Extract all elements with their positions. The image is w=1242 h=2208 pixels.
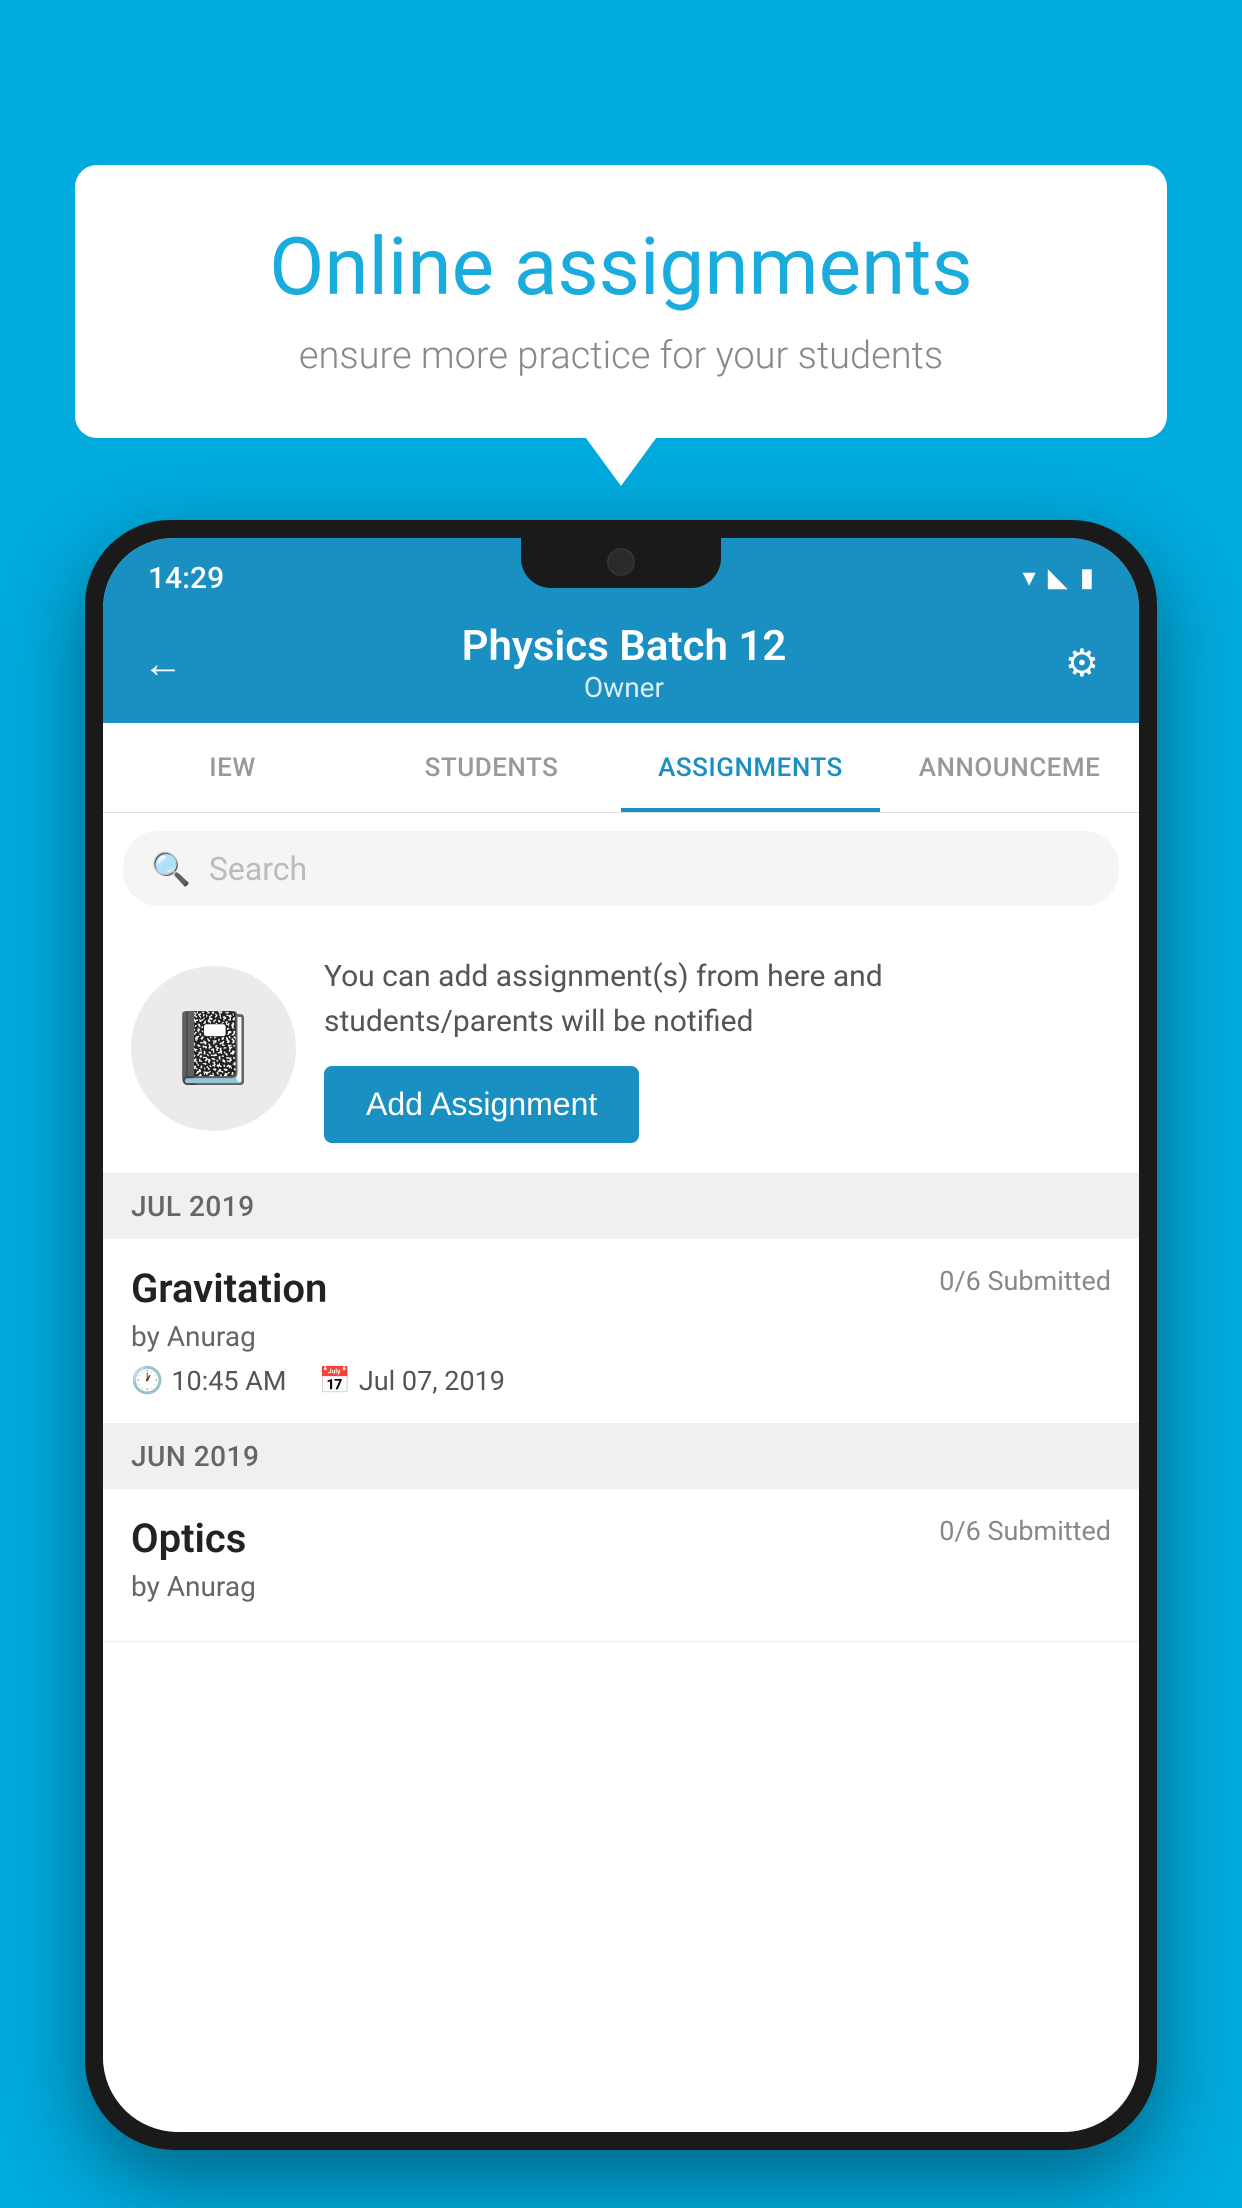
phone-screen: 14:29 ▾ ◣ ▮ ← Physics Batch 12 Owner ⚙ [103,538,1139,2132]
meta-time-value: 10:45 AM [171,1365,286,1397]
assignment-item-gravitation[interactable]: Gravitation 0/6 Submitted by Anurag 🕐 10… [103,1239,1139,1424]
battery-icon: ▮ [1080,563,1094,593]
calendar-icon: 📅 [319,1366,351,1396]
promo-right: You can add assignment(s) from here and … [324,954,1111,1143]
screen-content: 🔍 Search 📓 You can add assignment(s) fro… [103,813,1139,2132]
status-icons: ▾ ◣ ▮ [1023,563,1094,593]
phone-wrapper: 14:29 ▾ ◣ ▮ ← Physics Batch 12 Owner ⚙ [85,520,1157,2208]
assignment-author-optics: by Anurag [131,1570,1111,1603]
meta-date-gravitation: 📅 Jul 07, 2019 [319,1365,505,1397]
add-assignment-button[interactable]: Add Assignment [324,1066,639,1143]
header-title: Physics Batch 12 [462,622,787,671]
tab-iew-label: IEW [209,753,255,783]
search-container: 🔍 Search [103,813,1139,924]
clock-icon: 🕐 [131,1366,163,1396]
meta-date-value: Jul 07, 2019 [359,1365,505,1397]
tab-assignments[interactable]: ASSIGNMENTS [621,723,880,812]
bubble-subtitle: ensure more practice for your students [135,334,1107,378]
assignment-top-row-optics: Optics 0/6 Submitted [131,1515,1111,1562]
app-header: ← Physics Batch 12 Owner ⚙ [103,603,1139,723]
assignment-submitted-gravitation: 0/6 Submitted [939,1265,1111,1297]
search-bar[interactable]: 🔍 Search [123,831,1119,906]
notebook-icon: 📓 [170,1008,257,1090]
promo-text: You can add assignment(s) from here and … [324,954,1111,1044]
header-center: Physics Batch 12 Owner [462,622,787,704]
meta-time-gravitation: 🕐 10:45 AM [131,1365,287,1397]
tab-announcements[interactable]: ANNOUNCEME [880,723,1139,812]
tab-bar: IEW STUDENTS ASSIGNMENTS ANNOUNCEME [103,723,1139,813]
speech-bubble: Online assignments ensure more practice … [75,165,1167,438]
phone-outer: 14:29 ▾ ◣ ▮ ← Physics Batch 12 Owner ⚙ [85,520,1157,2150]
tab-assignments-label: ASSIGNMENTS [658,753,843,783]
assignment-author-gravitation: by Anurag [131,1320,1111,1353]
section-header-jun2019: JUN 2019 [103,1424,1139,1489]
header-subtitle: Owner [462,671,787,704]
promo-icon-circle: 📓 [131,966,296,1131]
speech-bubble-container: Online assignments ensure more practice … [75,165,1167,438]
assignment-top-row: Gravitation 0/6 Submitted [131,1265,1111,1312]
signal-icon: ◣ [1048,563,1068,593]
wifi-icon: ▾ [1023,563,1036,593]
section-header-jul2019: JUL 2019 [103,1174,1139,1239]
assignment-name-optics: Optics [131,1515,246,1562]
tab-students-label: STUDENTS [425,753,559,783]
assignment-submitted-optics: 0/6 Submitted [939,1515,1111,1547]
assignment-meta-gravitation: 🕐 10:45 AM 📅 Jul 07, 2019 [131,1365,1111,1397]
status-time: 14:29 [148,561,224,596]
tab-announcements-label: ANNOUNCEME [919,753,1101,783]
phone-camera [607,548,635,576]
assignment-name-gravitation: Gravitation [131,1265,327,1312]
assignment-item-optics[interactable]: Optics 0/6 Submitted by Anurag [103,1489,1139,1642]
add-assignment-promo: 📓 You can add assignment(s) from here an… [103,924,1139,1174]
tab-students[interactable]: STUDENTS [362,723,621,812]
search-icon: 🔍 [151,850,191,888]
back-button[interactable]: ← [143,640,183,687]
tab-iew[interactable]: IEW [103,723,362,812]
settings-icon[interactable]: ⚙ [1065,641,1099,686]
search-placeholder: Search [209,850,307,888]
phone-notch [521,538,721,588]
bubble-title: Online assignments [135,220,1107,314]
